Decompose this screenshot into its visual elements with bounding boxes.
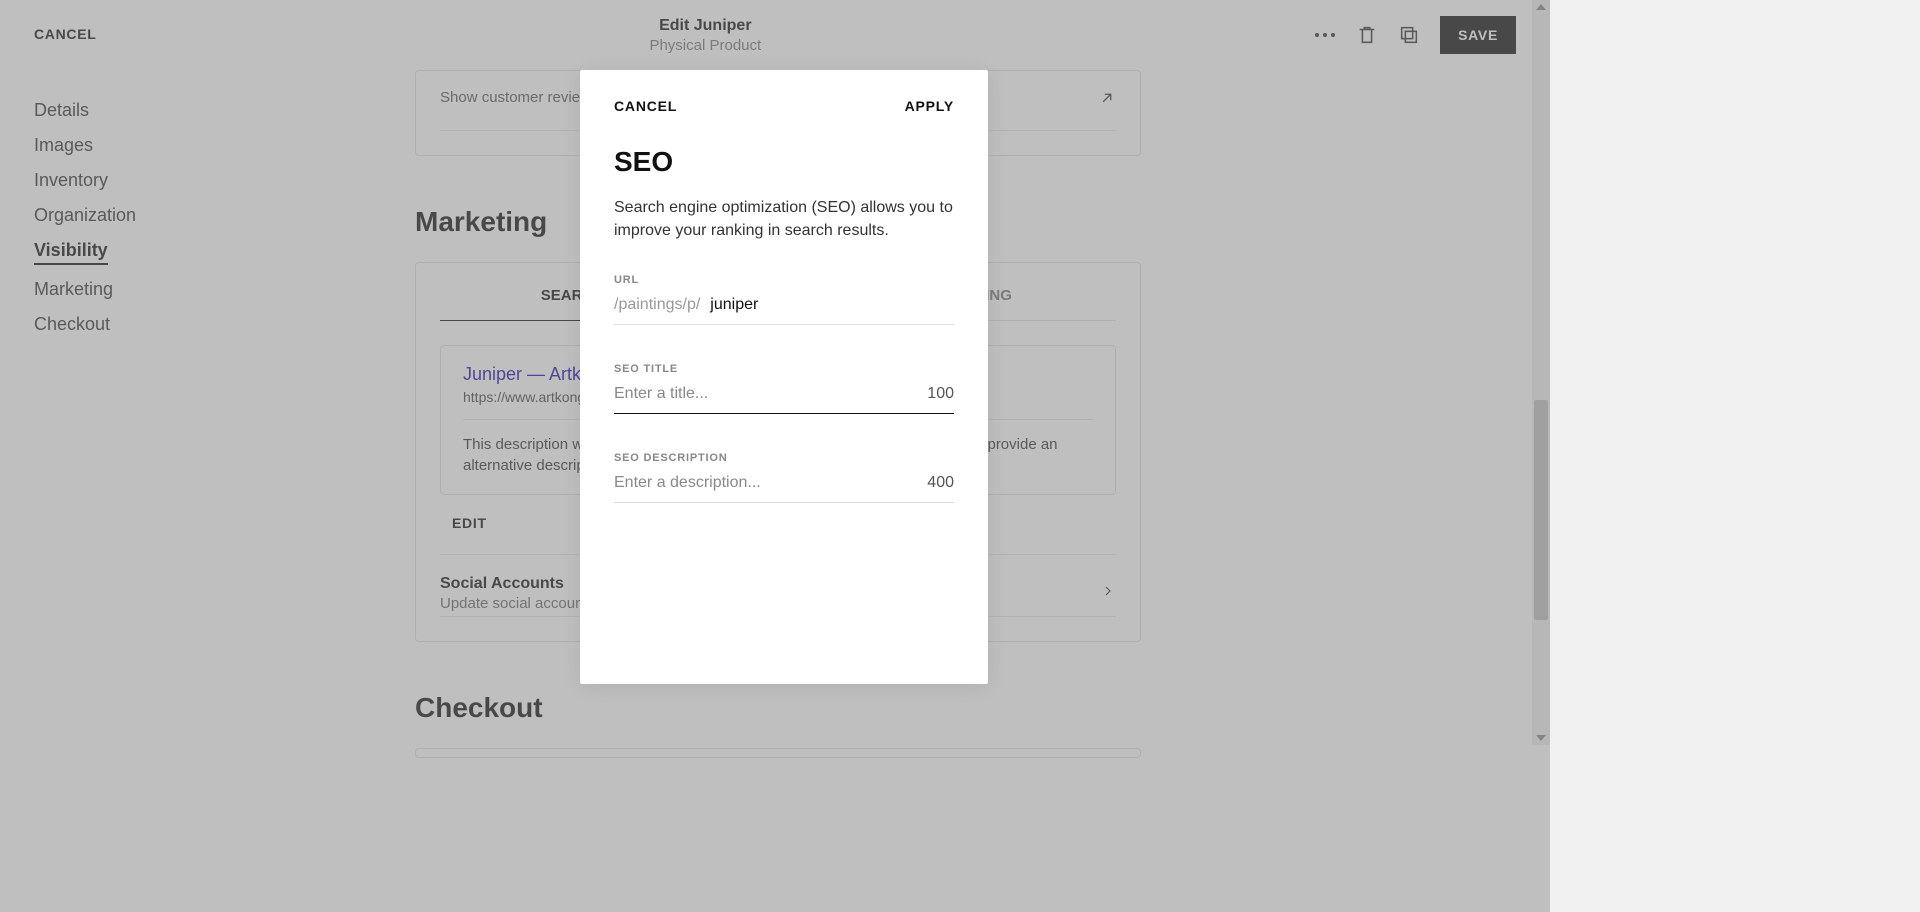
sidebar-item-checkout[interactable]: Checkout xyxy=(34,314,110,335)
seo-title-label: SEO TITLE xyxy=(614,363,954,375)
duplicate-icon xyxy=(1398,24,1420,46)
checkout-card xyxy=(415,748,1141,758)
modal-cancel-button[interactable]: CANCEL xyxy=(614,98,677,114)
modal-description: Search engine optimization (SEO) allows … xyxy=(614,196,954,242)
seo-title-count: 100 xyxy=(927,385,954,403)
seo-description-input[interactable]: Enter a description... 400 xyxy=(614,474,954,503)
sidebar: Details Images Inventory Organization Vi… xyxy=(0,70,215,912)
delete-button[interactable] xyxy=(1356,24,1378,46)
duplicate-button[interactable] xyxy=(1398,24,1420,46)
trash-icon xyxy=(1356,24,1378,46)
edit-seo-button[interactable]: EDIT xyxy=(440,515,487,554)
sidebar-item-marketing[interactable]: Marketing xyxy=(34,279,113,300)
page-subtitle: Physical Product xyxy=(97,37,1315,54)
sidebar-item-organization[interactable]: Organization xyxy=(34,205,136,226)
seo-description-placeholder: Enter a description... xyxy=(614,474,761,492)
sidebar-item-inventory[interactable]: Inventory xyxy=(34,170,108,191)
chevron-right-icon xyxy=(1100,583,1116,604)
url-value[interactable]: juniper xyxy=(710,296,758,314)
seo-description-label: SEO DESCRIPTION xyxy=(614,452,954,464)
checkout-heading: Checkout xyxy=(415,692,1141,724)
url-field-label: URL xyxy=(614,274,954,286)
more-options-icon[interactable] xyxy=(1314,24,1336,46)
cancel-button[interactable]: CANCEL xyxy=(34,26,97,42)
seo-modal: CANCEL APPLY SEO Search engine optimizat… xyxy=(580,70,988,684)
url-prefix: /paintings/p/ xyxy=(614,296,700,314)
sidebar-item-images[interactable]: Images xyxy=(34,135,93,156)
url-field[interactable]: /paintings/p/ juniper xyxy=(614,296,954,325)
external-link-button[interactable] xyxy=(1098,89,1116,112)
sidebar-item-visibility[interactable]: Visibility xyxy=(34,240,108,265)
seo-title-placeholder: Enter a title... xyxy=(614,385,708,403)
seo-description-count: 400 xyxy=(927,474,954,492)
ellipsis-icon xyxy=(1315,33,1335,37)
arrow-up-right-icon xyxy=(1098,89,1116,107)
scrollbar-thumb[interactable] xyxy=(1534,400,1548,620)
page-title: Edit Juniper xyxy=(97,17,1315,35)
save-button[interactable]: SAVE xyxy=(1440,16,1516,54)
scrollbar[interactable] xyxy=(1532,0,1550,745)
modal-title: SEO xyxy=(614,146,954,178)
seo-title-input[interactable]: Enter a title... 100 xyxy=(614,385,954,414)
modal-apply-button[interactable]: APPLY xyxy=(905,98,954,114)
sidebar-item-details[interactable]: Details xyxy=(34,100,89,121)
